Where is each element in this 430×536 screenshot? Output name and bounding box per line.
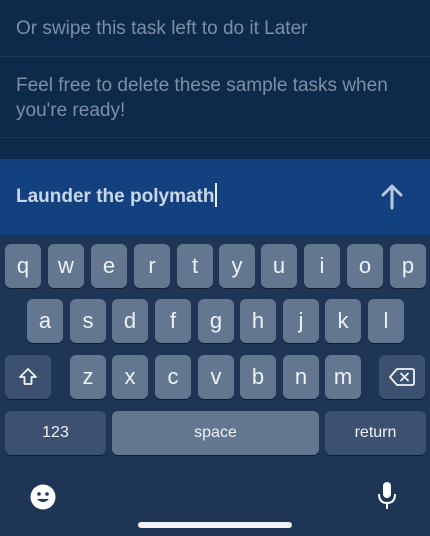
task-text: Feel free to delete these sample tasks w…	[16, 75, 388, 121]
new-task-input-text: Launder the polymath	[16, 186, 215, 207]
arrow-up-icon[interactable]	[376, 180, 408, 214]
text-cursor	[215, 183, 218, 207]
key-d[interactable]: d	[112, 299, 148, 343]
shift-icon	[19, 368, 37, 385]
key-m[interactable]: m	[325, 355, 361, 399]
key-g[interactable]: g	[198, 299, 234, 343]
key-b[interactable]: b	[240, 355, 276, 399]
emoji-icon[interactable]	[29, 483, 57, 511]
task-item[interactable]: Feel free to delete these sample tasks w…	[0, 57, 430, 138]
shift-key[interactable]	[5, 355, 51, 399]
key-r[interactable]: r	[134, 244, 170, 288]
key-a[interactable]: a	[27, 299, 63, 343]
key-c[interactable]: c	[155, 355, 191, 399]
key-f[interactable]: f	[155, 299, 191, 343]
key-e[interactable]: e	[91, 244, 127, 288]
microphone-icon[interactable]	[375, 480, 399, 512]
return-key[interactable]: return	[325, 411, 426, 455]
key-u[interactable]: u	[261, 244, 297, 288]
key-y[interactable]: y	[219, 244, 255, 288]
key-w[interactable]: w	[48, 244, 84, 288]
key-k[interactable]: k	[325, 299, 361, 343]
key-s[interactable]: s	[70, 299, 106, 343]
key-v[interactable]: v	[198, 355, 234, 399]
key-p[interactable]: p	[390, 244, 426, 288]
key-j[interactable]: j	[283, 299, 319, 343]
key-i[interactable]: i	[304, 244, 340, 288]
new-task-composer: Launder the polymath	[0, 159, 430, 235]
key-n[interactable]: n	[283, 355, 319, 399]
task-item[interactable]: Or swipe this task left to do it Later	[0, 0, 430, 57]
key-o[interactable]: o	[347, 244, 383, 288]
numbers-key[interactable]: 123	[5, 411, 106, 455]
space-key[interactable]: space	[112, 411, 319, 455]
key-t[interactable]: t	[177, 244, 213, 288]
new-task-input[interactable]: Launder the polymath	[16, 183, 356, 209]
keyboard: q w e r t y u i o p a s d f g h j k l z …	[0, 235, 430, 536]
key-x[interactable]: x	[112, 355, 148, 399]
key-l[interactable]: l	[368, 299, 404, 343]
key-z[interactable]: z	[70, 355, 106, 399]
delete-key[interactable]	[379, 355, 425, 399]
delete-backward-icon	[389, 368, 415, 386]
key-h[interactable]: h	[240, 299, 276, 343]
task-list: Or swipe this task left to do it Later F…	[0, 0, 430, 159]
task-text: Or swipe this task left to do it Later	[16, 18, 308, 39]
key-q[interactable]: q	[5, 244, 41, 288]
home-indicator[interactable]	[138, 522, 292, 528]
